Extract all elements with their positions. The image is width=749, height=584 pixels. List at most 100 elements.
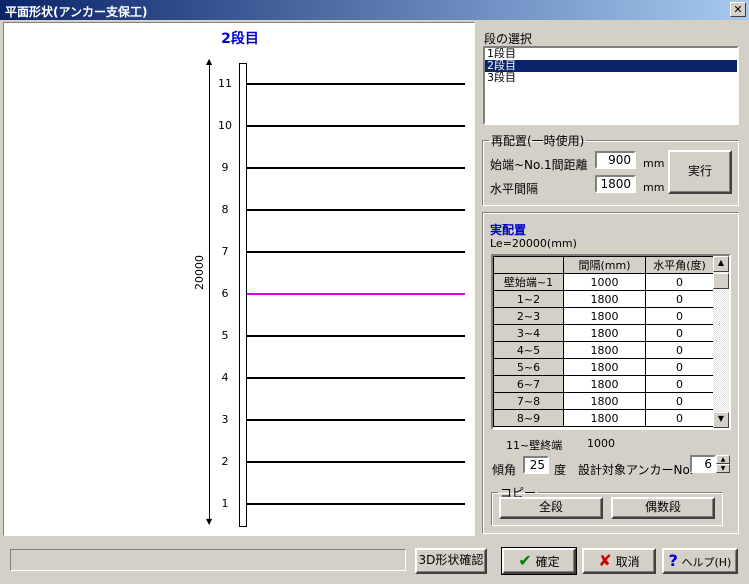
- cancel-label: 取消: [615, 555, 640, 569]
- anchor-line: [247, 83, 465, 85]
- stage-item-selected[interactable]: 2段目: [485, 60, 737, 72]
- anchor-line: [247, 293, 465, 295]
- target-anchor-label: 設計対象アンカーNo.: [578, 463, 694, 477]
- table-cell[interactable]: 1000: [563, 273, 646, 291]
- stage-item[interactable]: 1段目: [485, 48, 737, 60]
- cancel-button[interactable]: ✘ 取消: [582, 548, 656, 574]
- table-cell[interactable]: 0: [645, 392, 714, 410]
- anchor-line: [247, 461, 465, 463]
- start-distance-input[interactable]: 900: [595, 151, 636, 169]
- anchor-line: [247, 419, 465, 421]
- table-cell[interactable]: 1800: [563, 409, 646, 427]
- actual-placement-title: 実配置: [490, 223, 527, 237]
- table-cell[interactable]: 0: [645, 341, 714, 359]
- spin-up-icon[interactable]: ▲: [716, 455, 730, 464]
- table-cell[interactable]: 1800: [563, 358, 646, 376]
- table-cell[interactable]: 1800: [563, 392, 646, 410]
- dimension-arrow-down-icon: ▼: [206, 517, 213, 526]
- confirm-3d-button[interactable]: 3D形状確認: [415, 548, 487, 574]
- table-cell[interactable]: 1800: [563, 375, 646, 393]
- table-cell[interactable]: 0: [645, 409, 714, 427]
- target-anchor-input[interactable]: 6: [690, 455, 716, 473]
- stage-select-label: 段の選択: [484, 32, 533, 46]
- table-cell[interactable]: 1800: [563, 324, 646, 342]
- stage-item[interactable]: 3段目: [485, 72, 737, 84]
- cross-icon: ✘: [598, 551, 612, 570]
- ok-button[interactable]: ✔ 確定: [501, 547, 577, 575]
- anchor-line: [247, 503, 465, 505]
- tier-label: 11: [218, 77, 232, 90]
- row-header: 4~5: [493, 341, 564, 359]
- spin-down-icon[interactable]: ▼: [716, 464, 730, 473]
- table-cell[interactable]: 0: [645, 290, 714, 308]
- copy-all-button[interactable]: 全段: [499, 497, 603, 519]
- stage-listbox[interactable]: 1段目 2段目 3段目: [483, 46, 739, 125]
- row-header: 壁始端~1: [493, 273, 564, 291]
- wall-pillar: [239, 63, 247, 527]
- tier-label: 4: [221, 371, 229, 384]
- table-cell[interactable]: 0: [645, 375, 714, 393]
- execute-button[interactable]: 実行: [668, 150, 732, 194]
- help-question-icon: ?: [668, 551, 678, 570]
- help-label: ヘルプ(H): [681, 556, 732, 569]
- table-cell[interactable]: 0: [645, 358, 714, 376]
- scroll-thumb[interactable]: [713, 273, 729, 289]
- close-button[interactable]: ✕: [730, 2, 746, 17]
- dimension-arrow-up-icon: ▲: [206, 57, 213, 66]
- reposition-legend: 再配置(一時使用): [491, 134, 585, 148]
- row-header: 1~2: [493, 290, 564, 308]
- ok-label: 確定: [535, 555, 560, 569]
- table-cell[interactable]: 0: [645, 307, 714, 325]
- spacing-label: 水平間隔: [490, 182, 539, 196]
- plan-drawing: 2段目 11 10 9 8 7 6 5 4 3 2 1: [3, 22, 475, 536]
- scroll-up-icon[interactable]: ▲: [713, 256, 729, 272]
- tier-label: 7: [221, 245, 229, 258]
- table-cell[interactable]: 0: [645, 273, 714, 291]
- help-button[interactable]: ? ヘルプ(H): [662, 548, 738, 574]
- copy-even-button[interactable]: 偶数段: [611, 497, 715, 519]
- title-bar: 平面形状(アンカー支保工) ✕: [0, 0, 749, 20]
- row-header: 3~4: [493, 324, 564, 342]
- tier-label: 2: [221, 455, 229, 468]
- anchor-line: [247, 125, 465, 127]
- spacing-table[interactable]: 間隔(mm) 水平角(度) 壁始端~1 1000 0 1~2 1800 0 2~3 1800 0…: [491, 254, 731, 430]
- dimension-line: [209, 60, 210, 524]
- tier-label: 10: [218, 119, 232, 132]
- table-cell[interactable]: 1800: [563, 290, 646, 308]
- table-cell[interactable]: 1800: [563, 307, 646, 325]
- check-icon: ✔: [518, 551, 532, 570]
- table-row[interactable]: 6~7 1800 0: [493, 375, 714, 393]
- spacing-input[interactable]: 1800: [595, 175, 636, 193]
- le-text: Le=20000(mm): [490, 237, 577, 250]
- column-header: 間隔(mm): [563, 256, 646, 274]
- anchor-line: [247, 209, 465, 211]
- incline-unit: 度: [554, 463, 567, 477]
- scroll-down-icon[interactable]: ▼: [713, 412, 729, 428]
- anchor-line: [247, 377, 465, 379]
- table-cell[interactable]: 0: [645, 324, 714, 342]
- end-spacing-label: 11~壁終端: [506, 439, 563, 452]
- dimension-label: 20000: [193, 255, 206, 290]
- table-row[interactable]: 2~3 1800 0: [493, 307, 714, 325]
- table-row[interactable]: 1~2 1800 0: [493, 290, 714, 308]
- table-row[interactable]: 7~8 1800 0: [493, 392, 714, 410]
- table-row[interactable]: 8~9 1800 0: [493, 409, 714, 427]
- table-row[interactable]: 4~5 1800 0: [493, 341, 714, 359]
- stage-title: 2段目: [221, 31, 259, 47]
- spacing-unit: mm: [643, 181, 665, 194]
- incline-label: 傾角: [492, 463, 517, 477]
- anchor-line: [247, 251, 465, 253]
- incline-input[interactable]: 25: [523, 456, 549, 474]
- column-header: 水平角(度): [645, 256, 714, 274]
- row-header: 7~8: [493, 392, 564, 410]
- table-scrollbar[interactable]: ▲ ▼: [713, 256, 729, 428]
- table-row[interactable]: 5~6 1800 0: [493, 358, 714, 376]
- end-spacing-value: 1000: [587, 437, 615, 450]
- table-cell[interactable]: 1800: [563, 341, 646, 359]
- start-distance-unit: mm: [643, 157, 665, 170]
- table-row[interactable]: 3~4 1800 0: [493, 324, 714, 342]
- window-title: 平面形状(アンカー支保工): [5, 5, 148, 19]
- table-row[interactable]: 壁始端~1 1000 0: [493, 273, 714, 291]
- tier-label: 8: [221, 203, 229, 216]
- anchor-line: [247, 335, 465, 337]
